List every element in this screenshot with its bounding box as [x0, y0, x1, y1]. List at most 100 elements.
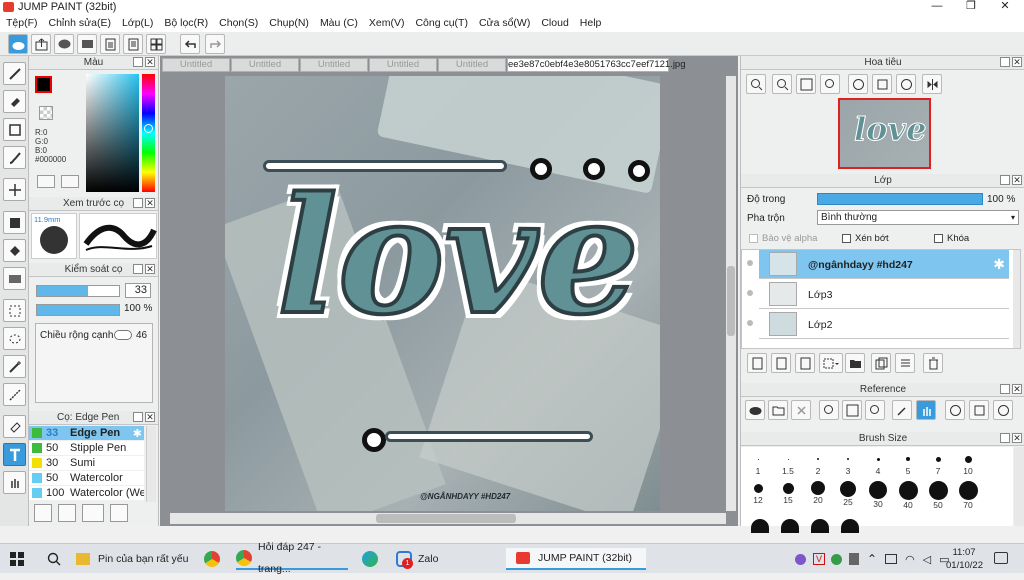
brush-cloud-button[interactable] [34, 504, 52, 522]
reference-hand-icon[interactable] [916, 400, 936, 420]
brush-size-7[interactable]: 7 [923, 453, 953, 478]
menu-view[interactable]: Xem(V) [369, 17, 405, 29]
brush-size-partial[interactable] [781, 519, 799, 533]
layer-opacity-slider[interactable] [817, 193, 983, 205]
battery-icon[interactable] [885, 554, 898, 564]
reference-open-icon[interactable] [768, 400, 788, 420]
volume-icon[interactable]: ◁ [923, 553, 931, 566]
eyedropper-icon[interactable] [892, 400, 912, 420]
zoom-in-icon[interactable] [746, 74, 766, 94]
eraser-tool-icon[interactable] [3, 90, 26, 113]
redo-icon[interactable] [205, 34, 225, 54]
close-icon[interactable]: ✕ [988, 0, 1022, 14]
brush-size-12[interactable]: 12 [743, 481, 773, 506]
hand-tool-icon[interactable] [3, 471, 26, 494]
taskbar-item-pinned[interactable]: Pin của bạn rất yếu [76, 548, 191, 570]
lasso-tool-icon[interactable] [3, 327, 26, 350]
menu-filter[interactable]: Bộ lọc(R) [164, 17, 208, 29]
tab-untitled-2[interactable]: Untitled [231, 58, 299, 72]
zoom-out-icon[interactable] [772, 74, 792, 94]
brush-size-2[interactable]: 2 [803, 453, 833, 478]
duplicate-layer-icon[interactable] [795, 353, 815, 373]
panel-menu-icon[interactable] [133, 198, 143, 208]
panel-close-icon[interactable]: ✕ [145, 264, 155, 274]
reference-rotate-left-icon[interactable] [945, 400, 965, 420]
brush-list-scrollbar[interactable] [146, 426, 156, 502]
panel-menu-icon[interactable] [1000, 433, 1010, 443]
visibility-icon[interactable] [747, 320, 753, 326]
panel-close-icon[interactable]: ✕ [1012, 175, 1022, 185]
brush-item-edge-pen[interactable]: 33 Edge Pen ✱ [29, 426, 144, 440]
reference-zoom-in-icon[interactable] [819, 400, 839, 420]
rotate-reset-icon[interactable] [872, 74, 892, 94]
tray-globe-icon[interactable] [831, 553, 842, 565]
reference-rotate-right-icon[interactable] [993, 400, 1013, 420]
trash-icon[interactable] [923, 353, 943, 373]
chat-icon[interactable] [77, 34, 97, 54]
brush-size-1-5[interactable]: 1.5 [773, 453, 803, 478]
new-layer-icon[interactable] [747, 353, 767, 373]
brush-size-slider[interactable] [36, 285, 120, 297]
brush-group-button[interactable] [82, 504, 104, 522]
folder-icon[interactable] [845, 353, 865, 373]
reference-zoom-out-icon[interactable] [865, 400, 885, 420]
lock-checkbox[interactable]: Khóa [934, 233, 969, 244]
menu-help[interactable]: Help [580, 17, 602, 29]
brush-size-1[interactable]: 1 [743, 453, 773, 478]
rotate-left-icon[interactable] [848, 74, 868, 94]
protect-alpha-checkbox[interactable]: Bảo vệ alpha [749, 233, 817, 244]
taskbar-item-jump-paint[interactable]: JUMP PAINT (32bit) [506, 548, 646, 570]
rectangle-tool-icon[interactable] [3, 118, 26, 141]
select-eraser-tool-icon[interactable] [3, 415, 26, 438]
edge-width-toggle[interactable] [114, 330, 132, 340]
clock[interactable]: 11:07 01/10/22 [946, 546, 983, 572]
brush-size-scrollbar[interactable] [1014, 447, 1024, 526]
move-tool-icon[interactable] [3, 178, 26, 201]
gradient-tool-icon[interactable] [3, 267, 26, 290]
actual-size-icon[interactable] [820, 74, 840, 94]
color-set-button[interactable] [37, 175, 55, 188]
wifi-icon[interactable]: ◠ [905, 553, 915, 566]
brush-size-70[interactable]: 70 [953, 481, 983, 510]
panel-close-icon[interactable]: ✕ [145, 57, 155, 67]
brush-size-partial[interactable] [751, 519, 769, 533]
brush-item-stipple-pen[interactable]: 50 Stipple Pen [29, 441, 144, 455]
document-icon[interactable] [123, 34, 143, 54]
blend-mode-select[interactable]: Bình thường ▾ [817, 210, 1019, 225]
panel-close-icon[interactable]: ✕ [145, 198, 155, 208]
foreground-color-swatch[interactable] [35, 76, 52, 93]
brush-item-sumi[interactable]: 30 Sumi [29, 456, 144, 470]
brush-size-input[interactable]: 33 [125, 283, 151, 298]
panel-menu-icon[interactable] [133, 57, 143, 67]
grid-icon[interactable] [146, 34, 166, 54]
menu-edit[interactable]: Chỉnh sửa(E) [49, 17, 111, 29]
layer-row-3[interactable]: Lớp3 [747, 280, 1009, 309]
brush-size-30[interactable]: 30 [863, 481, 893, 509]
tab-active-image[interactable]: ee3e87c0ebf4e3e8051763cc7eef7121.jpg [507, 58, 686, 72]
rotate-right-icon[interactable] [896, 74, 916, 94]
brush-item-watercolor-wet[interactable]: 100 Watercolor (Wet [29, 486, 144, 500]
reference-close-icon[interactable] [791, 400, 811, 420]
taskbar-item-chrome[interactable]: Hỏi đáp 247 - trang... [236, 541, 348, 575]
hue-slider-handle[interactable] [144, 124, 153, 133]
gear-icon[interactable]: ✱ [993, 256, 1005, 273]
panel-close-icon[interactable]: ✕ [1012, 433, 1022, 443]
horizontal-scroll-thumb[interactable] [376, 514, 516, 523]
windows-start-icon[interactable] [10, 552, 24, 566]
menu-color[interactable]: Màu (C) [320, 17, 358, 29]
share-icon[interactable] [31, 34, 51, 54]
menu-cloud[interactable]: Cloud [541, 17, 568, 29]
brush-size-partial[interactable] [811, 519, 829, 533]
brush-size-10[interactable]: 10 [953, 453, 983, 478]
taskbar-item-zalo[interactable]: 1 Zalo [396, 548, 486, 570]
text-tool-icon[interactable] [3, 443, 26, 466]
brush-size-20[interactable]: 20 [803, 481, 833, 506]
menu-file[interactable]: Tệp(F) [6, 17, 38, 29]
horizontal-scrollbar[interactable] [170, 513, 726, 524]
brush-size-50[interactable]: 50 [923, 481, 953, 510]
menu-layer[interactable]: Lớp(L) [122, 17, 153, 29]
fill-rect-tool-icon[interactable] [3, 211, 26, 234]
panel-close-icon[interactable]: ✕ [1012, 384, 1022, 394]
panel-menu-icon[interactable] [1000, 384, 1010, 394]
saturation-value-picker[interactable] [86, 74, 139, 192]
